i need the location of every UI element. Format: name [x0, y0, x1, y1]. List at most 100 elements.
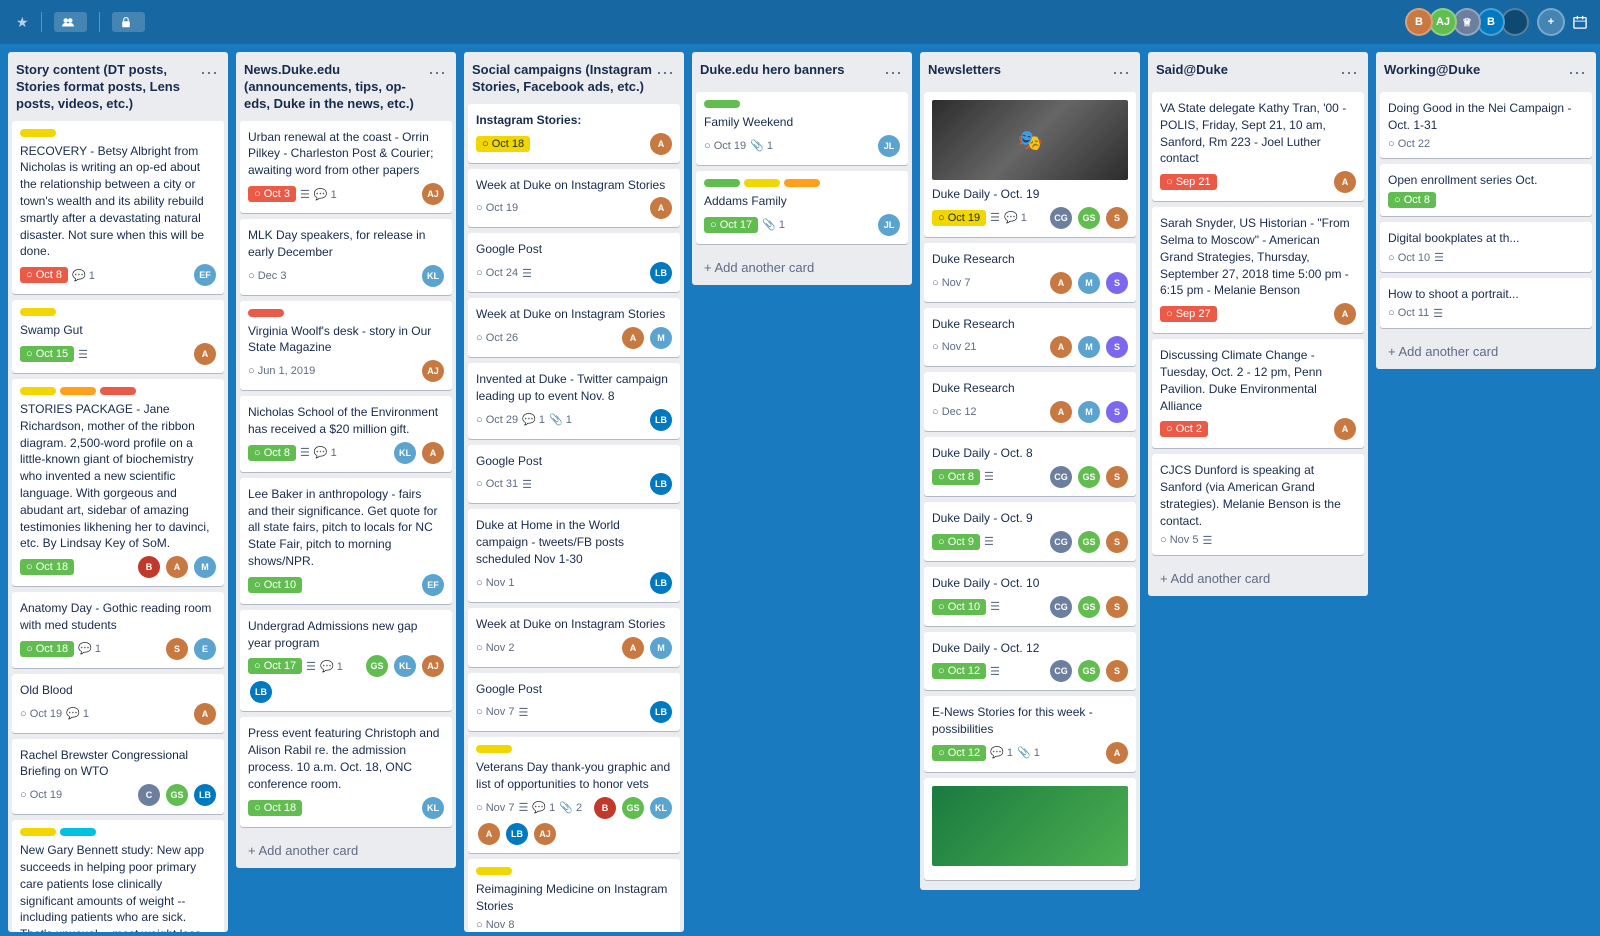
- add-member-button[interactable]: +: [1537, 8, 1565, 36]
- card[interactable]: E-News Stories for this week - possibili…: [924, 696, 1136, 772]
- card[interactable]: CJCS Dunford is speaking at Sanford (via…: [1152, 454, 1364, 554]
- card[interactable]: [924, 778, 1136, 880]
- column-menu-button[interactable]: ⋯: [198, 62, 220, 84]
- card[interactable]: New Gary Bennett study: New app succeeds…: [12, 820, 224, 932]
- card-title: Digital bookplates at th...: [1388, 230, 1584, 247]
- card-avatar: B: [594, 797, 616, 819]
- add-card-button[interactable]: + Add another card: [696, 254, 908, 281]
- add-card-button[interactable]: + Add another card: [1152, 565, 1364, 592]
- card-title: Family Weekend: [704, 114, 900, 131]
- column-menu-button[interactable]: ⋯: [1338, 62, 1360, 84]
- card-title: Duke at Home in the World campaign - twe…: [476, 517, 672, 567]
- column-menu-button[interactable]: ⋯: [882, 62, 904, 84]
- card[interactable]: Duke Research○ Dec 12AMS: [924, 372, 1136, 431]
- card-avatar: LB: [250, 681, 272, 703]
- column-menu-button[interactable]: ⋯: [654, 62, 676, 84]
- card[interactable]: Press event featuring Christoph and Alis…: [240, 717, 452, 826]
- card[interactable]: Virginia Woolf's desk - story in Our Sta…: [240, 301, 452, 391]
- card[interactable]: Duke Daily - Oct. 10○ Oct 10☰CGGSS: [924, 567, 1136, 626]
- card[interactable]: Discussing Climate Change - Tuesday, Oct…: [1152, 339, 1364, 448]
- avatar-3[interactable]: ♕: [1453, 8, 1481, 36]
- attachment-count: 📎 1: [549, 413, 572, 426]
- card[interactable]: MLK Day speakers, for release in early D…: [240, 219, 452, 295]
- card-avatar: M: [1078, 336, 1100, 358]
- card-avatar: CG: [1050, 207, 1072, 229]
- card[interactable]: How to shoot a portrait...○ Oct 11☰: [1380, 278, 1592, 328]
- avatar-2[interactable]: AJ: [1429, 8, 1457, 36]
- card[interactable]: STORIES PACKAGE - Jane Richardson, mothe…: [12, 379, 224, 586]
- card-avatar: S: [166, 638, 188, 660]
- card[interactable]: Addams Family○ Oct 17📎 1JL: [696, 171, 908, 244]
- card[interactable]: Digital bookplates at th...○ Oct 10☰: [1380, 222, 1592, 272]
- card-date: ○ Nov 8: [476, 919, 514, 931]
- desc-icon: ☰: [984, 535, 994, 548]
- card-title: Press event featuring Christoph and Alis…: [248, 725, 444, 792]
- column-menu-button[interactable]: ⋯: [1566, 62, 1588, 84]
- card[interactable]: Anatomy Day - Gothic reading room with m…: [12, 592, 224, 668]
- visibility-badge[interactable]: [112, 12, 145, 32]
- column-menu-button[interactable]: ⋯: [1110, 62, 1132, 84]
- card-title: Swamp Gut: [20, 322, 216, 339]
- card-avatar: B: [138, 556, 160, 578]
- add-card-button[interactable]: + Add another card: [1380, 338, 1592, 365]
- card[interactable]: Instagram Stories:○ Oct 18A: [468, 104, 680, 163]
- comment-count: 💬 1: [78, 642, 101, 655]
- desc-icon: ☰: [78, 348, 88, 361]
- card[interactable]: Week at Duke on Instagram Stories○ Nov 2…: [468, 608, 680, 667]
- card[interactable]: Duke Daily - Oct. 12○ Oct 12☰CGGSS: [924, 632, 1136, 691]
- star-icon[interactable]: ★: [16, 14, 29, 31]
- desc-icon: ☰: [990, 211, 1000, 224]
- card-label: [704, 179, 740, 187]
- card[interactable]: Undergrad Admissions new gap year progra…: [240, 610, 452, 712]
- column-menu-button[interactable]: ⋯: [426, 62, 448, 84]
- card[interactable]: Nicholas School of the Environment has r…: [240, 396, 452, 472]
- card-avatar: GS: [1078, 531, 1100, 553]
- card-labels: [20, 129, 216, 137]
- card[interactable]: Google Post○ Nov 7☰LB: [468, 673, 680, 732]
- card[interactable]: Lee Baker in anthropology - fairs and th…: [240, 478, 452, 604]
- card-subtitle: Instagram Stories:: [476, 112, 672, 129]
- card[interactable]: Family Weekend○ Oct 19📎 1JL: [696, 92, 908, 165]
- card[interactable]: Week at Duke on Instagram Stories○ Oct 2…: [468, 298, 680, 357]
- card-footer: ○ Nov 2AM: [476, 637, 672, 659]
- comment-count: 💬 1: [990, 746, 1013, 759]
- card[interactable]: Swamp Gut○ Oct 15☰A: [12, 300, 224, 373]
- card[interactable]: Veterans Day thank-you graphic and list …: [468, 737, 680, 853]
- calendar-button[interactable]: [1573, 15, 1592, 29]
- card[interactable]: Reimagining Medicine on Instagram Storie…: [468, 859, 680, 932]
- card-labels: [704, 100, 900, 108]
- card[interactable]: Google Post○ Oct 24☰LB: [468, 233, 680, 292]
- card[interactable]: Urban renewal at the coast - Orrin Pilke…: [240, 121, 452, 213]
- card[interactable]: Duke at Home in the World campaign - twe…: [468, 509, 680, 601]
- card[interactable]: Week at Duke on Instagram Stories○ Oct 1…: [468, 169, 680, 228]
- card[interactable]: RECOVERY - Betsy Albright from Nicholas …: [12, 121, 224, 295]
- card[interactable]: 🎭 Duke Daily - Oct. 19○ Oct 19☰💬 1CGGSS: [924, 92, 1136, 237]
- card-avatar: E: [194, 638, 216, 660]
- card[interactable]: Duke Research○ Nov 21AMS: [924, 308, 1136, 367]
- card[interactable]: Google Post○ Oct 31☰LB: [468, 445, 680, 504]
- card-title: E-News Stories for this week - possibili…: [932, 704, 1128, 738]
- add-card-button[interactable]: + Add another card: [240, 837, 452, 864]
- team-badge[interactable]: [54, 12, 87, 32]
- member-count-badge[interactable]: [1501, 8, 1529, 36]
- card[interactable]: Invented at Duke - Twitter campaign lead…: [468, 363, 680, 439]
- card[interactable]: Duke Daily - Oct. 9○ Oct 9☰CGGSS: [924, 502, 1136, 561]
- card[interactable]: Duke Research○ Nov 7AMS: [924, 243, 1136, 302]
- card-avatar: M: [650, 327, 672, 349]
- card[interactable]: Doing Good in the Nei Campaign - Oct. 1-…: [1380, 92, 1592, 158]
- avatar-4[interactable]: B: [1477, 8, 1505, 36]
- card[interactable]: Open enrollment series Oct.○ Oct 8: [1380, 164, 1592, 217]
- card-label: [20, 828, 56, 836]
- card-footer: ○ Nov 1LB: [476, 572, 672, 594]
- card-date: ○ Dec 12: [932, 406, 977, 418]
- card[interactable]: Sarah Snyder, US Historian - "From Selma…: [1152, 207, 1364, 333]
- card[interactable]: VA State delegate Kathy Tran, '00 - POLI…: [1152, 92, 1364, 201]
- card-avatar: A: [622, 637, 644, 659]
- card[interactable]: Rachel Brewster Congressional Briefing o…: [12, 739, 224, 815]
- board-column: Duke.edu hero banners ⋯ Family Weekend○ …: [692, 52, 912, 285]
- avatar-1[interactable]: B: [1405, 8, 1433, 36]
- card[interactable]: Old Blood○ Oct 19💬 1A: [12, 674, 224, 733]
- card[interactable]: Duke Daily - Oct. 8○ Oct 8☰CGGSS: [924, 437, 1136, 496]
- card-title: Google Post: [476, 681, 672, 698]
- card-date: ○ Oct 18: [20, 559, 74, 575]
